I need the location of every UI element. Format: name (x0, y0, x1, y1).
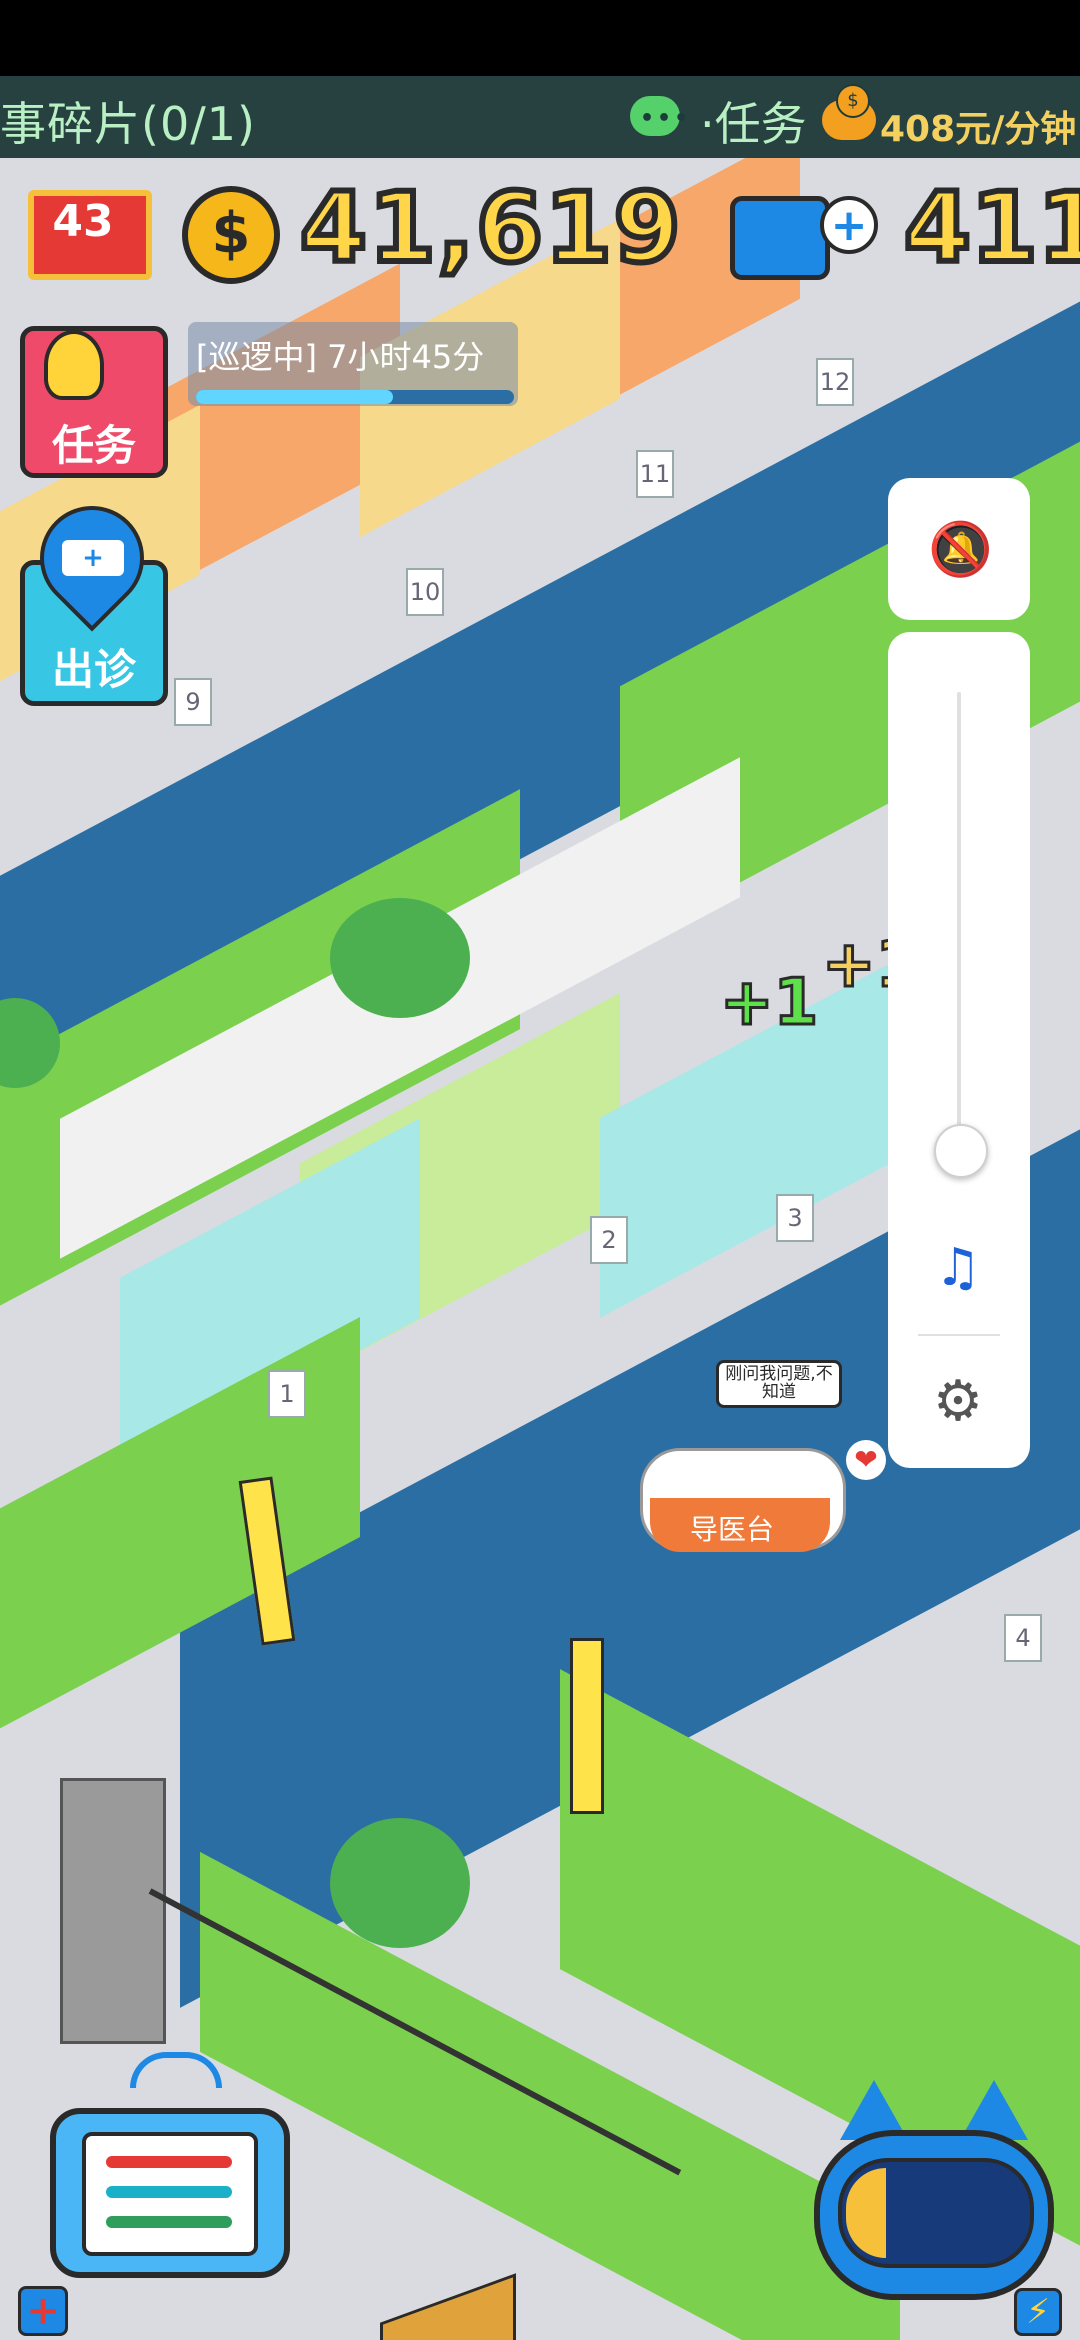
cardboard-box[interactable] (380, 2273, 516, 2340)
lightning-icon[interactable]: ⚡ (1014, 2288, 1062, 2336)
coin-icon: $ (182, 186, 280, 284)
task-button-label: 任务 (51, 421, 136, 470)
reception-desk-label: 导医台 (689, 1513, 774, 1546)
settings-gear-icon[interactable]: ⚙ (928, 1372, 988, 1432)
menu-list-icon (82, 2132, 258, 2256)
gem-balance: 411 (901, 169, 1080, 287)
patrol-timer-text: [巡逻中] 7小时45分 (196, 338, 485, 376)
ticker-fragment-text: 事碎片(0/1) (0, 97, 256, 151)
ticker-task-text: ·任务 (700, 97, 807, 151)
room-number: 3 (776, 1194, 814, 1242)
income-rate: 408元/分钟 (880, 109, 1077, 150)
room-number: 1 (268, 1370, 306, 1418)
divider (918, 1334, 1000, 1336)
house-call-label: 出诊 (51, 645, 136, 694)
bell-off-icon[interactable]: 🔕 (928, 520, 993, 580)
gate-pillar (60, 1778, 166, 2044)
ambulance-icon: + (62, 540, 124, 576)
room-number: 11 (636, 450, 674, 498)
add-button[interactable]: + (18, 2286, 68, 2336)
room-number: 4 (1004, 1614, 1042, 1662)
volume-slider[interactable] (957, 692, 961, 1172)
room-number: 10 (406, 568, 444, 616)
fish-tv-icon[interactable] (730, 196, 830, 280)
add-currency-button[interactable]: + (820, 196, 878, 254)
status-bar (0, 0, 1080, 76)
reward-popup: +1 (718, 965, 819, 1042)
lightbulb-icon (44, 330, 104, 400)
tube-man (570, 1638, 604, 1814)
menu-line (106, 2156, 232, 2168)
heart-icon[interactable]: ❤ (846, 1440, 886, 1480)
chat-dots: ••• (640, 106, 692, 131)
menu-line (106, 2186, 232, 2198)
tree (330, 898, 470, 1018)
coin-balance: 41,619 (297, 169, 683, 287)
room-number: 9 (174, 678, 212, 726)
tree (330, 1818, 470, 1948)
patrol-progress-fill (196, 390, 393, 404)
room-number: 12 (816, 358, 854, 406)
volume-slider-knob[interactable] (934, 1124, 988, 1178)
music-off-icon[interactable]: ♫ (928, 1238, 988, 1298)
piggy-coin-icon: $ (836, 84, 870, 118)
speech-bubble: 刚问我问题,不知道 (716, 1360, 842, 1408)
room-number: 2 (590, 1216, 628, 1264)
player-level: 43 (52, 196, 114, 247)
menu-line (106, 2216, 232, 2228)
